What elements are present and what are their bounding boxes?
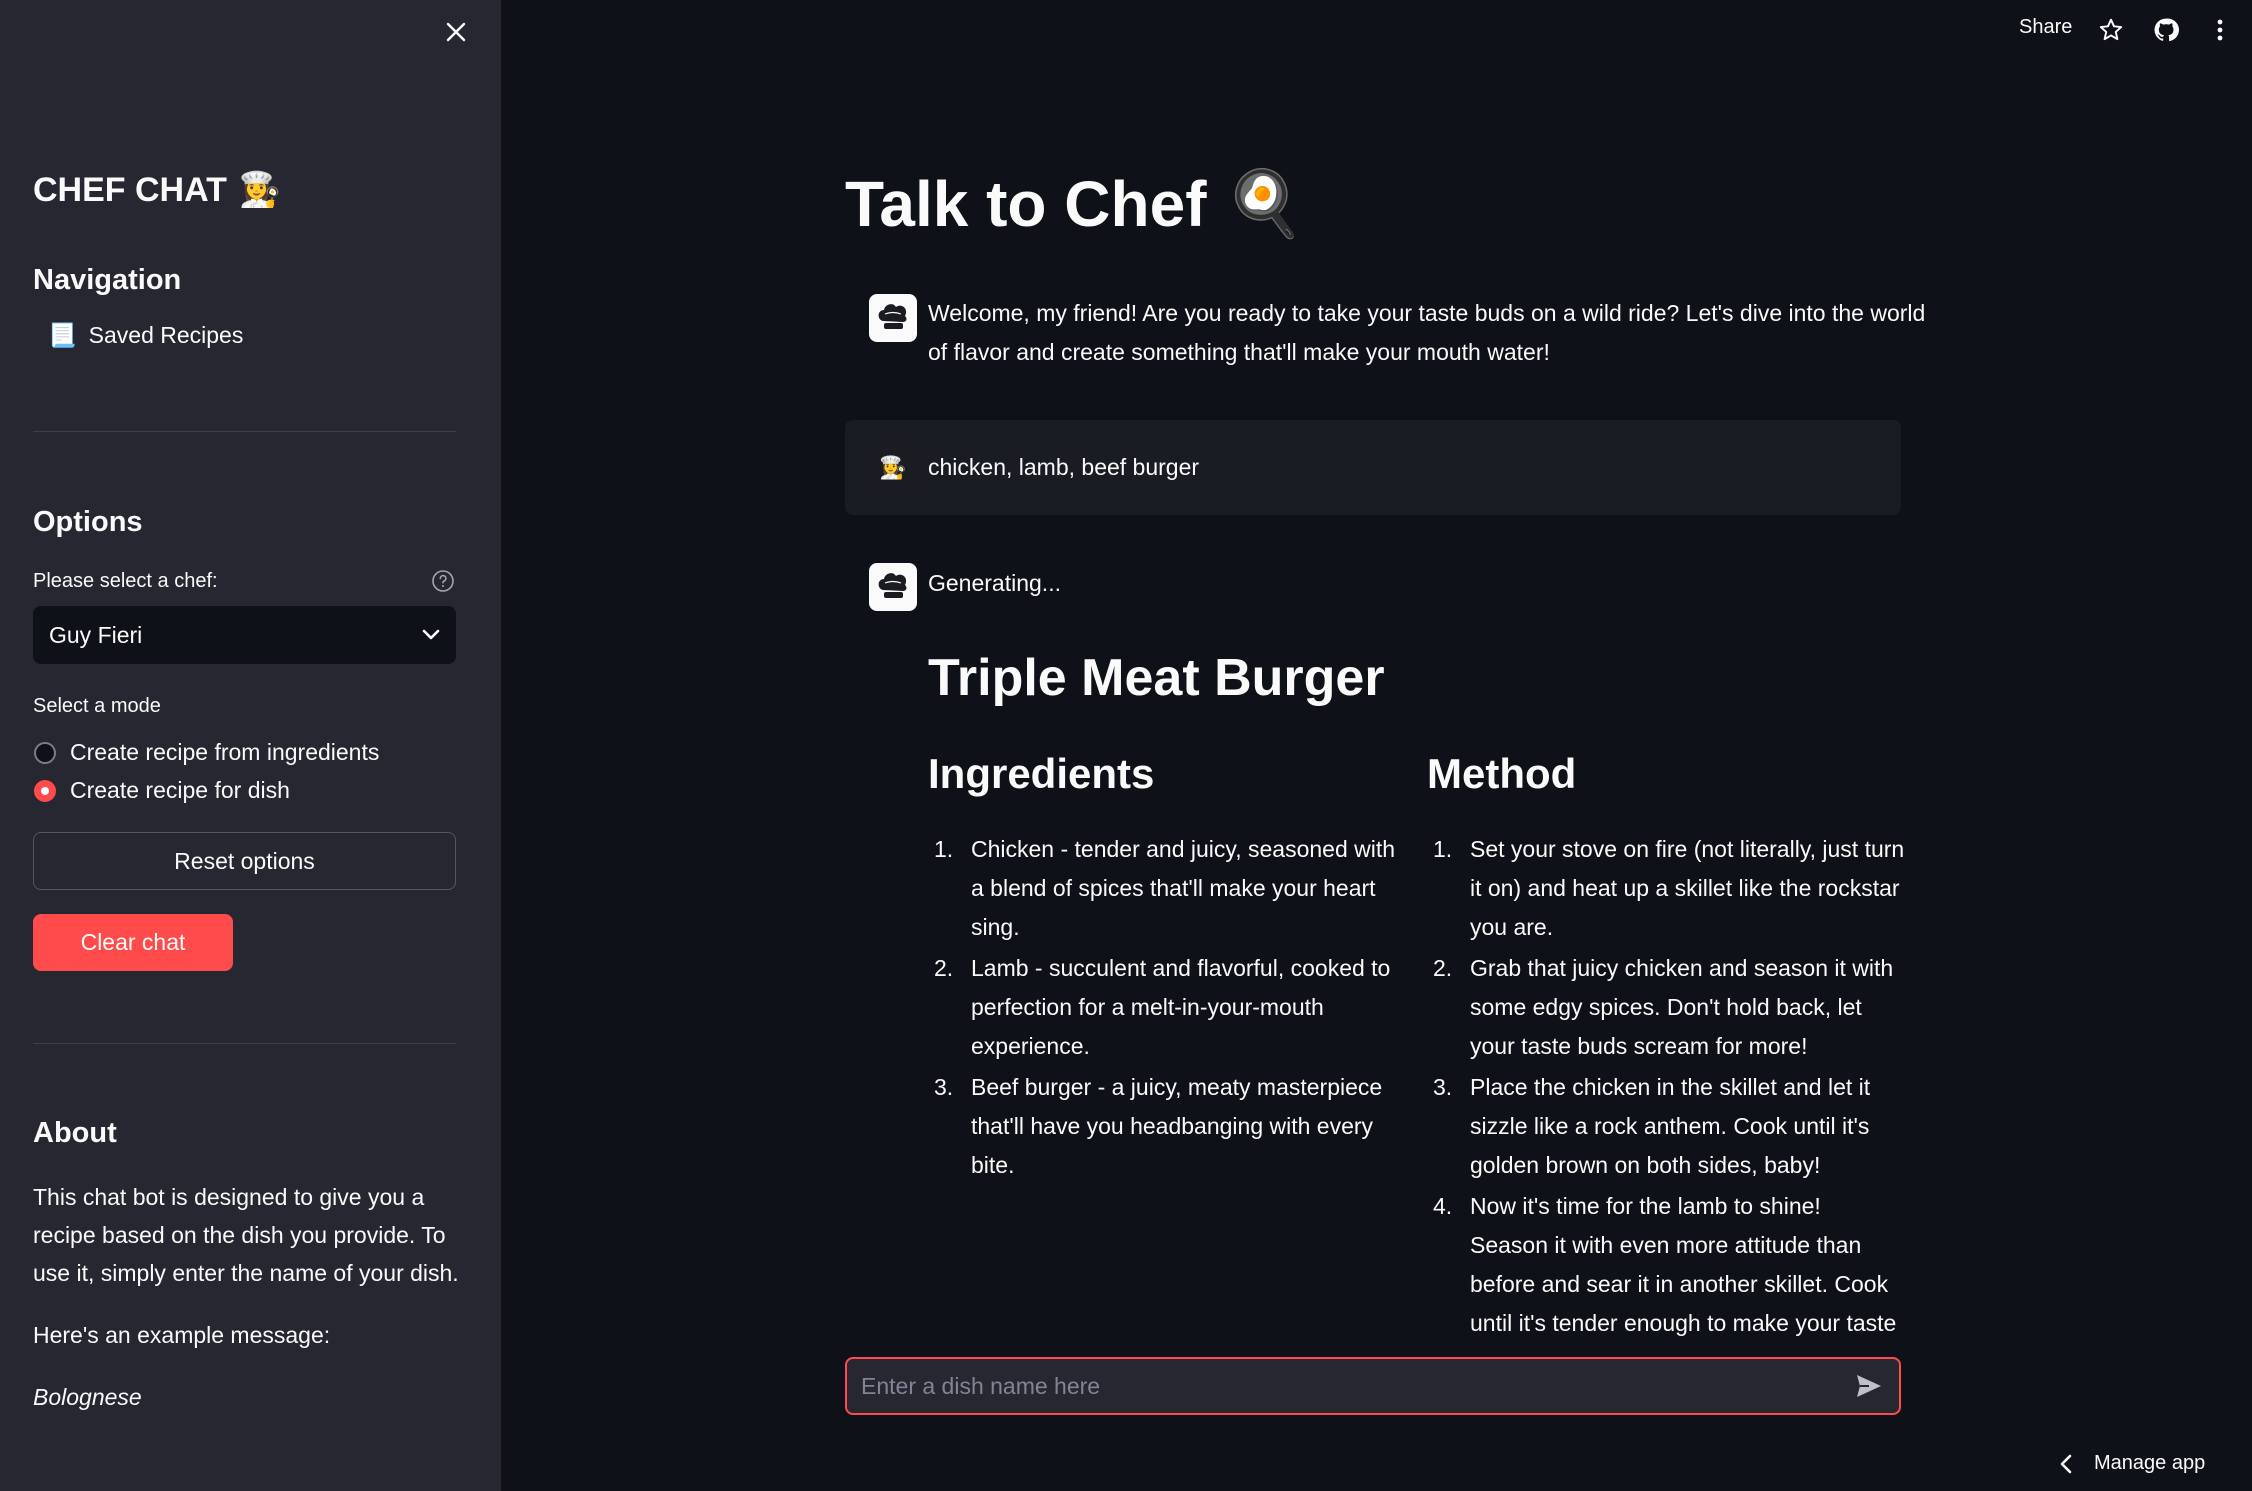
method-text: Now it's time for the lamb to shine! Sea…	[1470, 1193, 1897, 1336]
list-item: 1. Set your stove on fire (not literally,…	[1433, 836, 1905, 940]
about-text: This chat bot is designed to give you a …	[33, 1184, 459, 1286]
message-line: of flavor and create something that'll m…	[928, 339, 1550, 365]
frying-pan-icon: 🍳	[1224, 167, 1305, 239]
list-item: 3. Beef burger - a juicy, meaty masterpie…	[934, 1074, 1383, 1178]
sidebar-title-text: CHEF CHAT	[33, 170, 227, 209]
ingredient-text: Lamb - succulent and flavorful, cooked t…	[971, 955, 1391, 1059]
divider	[33, 431, 456, 432]
chat-input-box[interactable]	[845, 1357, 1901, 1415]
nav-item-label: Saved Recipes	[88, 322, 244, 348]
method-text: Grab that juicy chicken and season it wi…	[1470, 955, 1894, 1059]
clear-chat-button[interactable]: Clear chat	[33, 914, 233, 971]
page-title: Talk to Chef 🍳	[845, 166, 1304, 241]
navigation-heading: Navigation	[33, 264, 182, 296]
user-message-text: chicken, lamb, beef burger	[928, 454, 1200, 480]
reset-options-button[interactable]: Reset options	[33, 832, 456, 890]
assistant-message-welcome: Welcome, my friend! Are you ready to tak…	[928, 294, 1925, 372]
more-vertical-icon[interactable]	[2206, 16, 2234, 44]
sidebar: CHEF CHAT 👩‍🍳 Navigation 📃 Saved Recipes…	[0, 0, 501, 1491]
radio-label: Create recipe for dish	[70, 777, 290, 803]
options-heading: Options	[33, 506, 143, 538]
star-icon[interactable]	[2097, 16, 2125, 44]
chef-emoji-icon: 👩‍🍳	[238, 171, 282, 209]
radio-mode-ingredients[interactable]: Create recipe from ingredients	[34, 739, 379, 766]
nav-item-saved-recipes[interactable]: 📃 Saved Recipes	[48, 322, 243, 349]
chevron-left-icon	[2060, 1454, 2072, 1473]
mode-label: Select a mode	[33, 695, 161, 717]
method-heading: Method	[1427, 750, 1577, 797]
message-line: Welcome, my friend! Are you ready to tak…	[928, 300, 1926, 326]
page-title-text: Talk to Chef	[845, 167, 1207, 240]
divider	[33, 1043, 456, 1044]
sidebar-title: CHEF CHAT 👩‍🍳	[33, 170, 281, 210]
radio-label: Create recipe from ingredients	[70, 739, 380, 765]
share-button[interactable]: Share	[2019, 16, 2072, 39]
close-sidebar-icon[interactable]	[440, 14, 472, 50]
list-item: 1. Chicken - tender and juicy, seasoned w…	[934, 836, 1396, 940]
method-list: 1. Set your stove on fire (not literally,…	[1427, 830, 1905, 1338]
recipe-title: Triple Meat Burger	[928, 649, 1385, 707]
chef-emoji-icon: 👩‍🍳	[879, 455, 907, 480]
send-icon[interactable]	[1851, 1368, 1887, 1404]
chef-hat-avatar-icon	[869, 563, 917, 611]
example-message: Bolognese	[33, 1384, 142, 1410]
radio-mode-dish[interactable]: Create recipe for dish	[34, 777, 290, 804]
manage-app-button[interactable]: Manage app	[2060, 1452, 2205, 1475]
list-item: 4. Now it's time for the lamb to shine! S…	[1427, 1187, 1905, 1338]
chef-select-label: Please select a chef:	[33, 570, 218, 592]
list-item: 2. Grab that juicy chicken and season it …	[1433, 955, 1894, 1059]
list-item: 3. Place the chicken in the skillet and l…	[1433, 1074, 1871, 1178]
method-text: Place the chicken in the skillet and let…	[1470, 1074, 1871, 1178]
about-heading: About	[33, 1117, 117, 1149]
page-icon: 📃	[48, 322, 77, 348]
example-intro: Here's an example message:	[33, 1322, 331, 1348]
ingredients-list: 1. Chicken - tender and juicy, seasoned w…	[928, 830, 1408, 1187]
user-avatar-icon: 👩‍🍳	[869, 444, 917, 492]
github-icon[interactable]	[2152, 16, 2180, 44]
list-item: 2. Lamb - succulent and flavorful, cooked…	[934, 955, 1391, 1059]
radio-unselected[interactable]	[34, 741, 56, 764]
chef-select[interactable]: Guy Fieri	[33, 606, 456, 664]
radio-selected[interactable]	[34, 779, 56, 802]
method-scroll-area[interactable]: 1. Set your stove on fire (not literally,…	[1386, 820, 1906, 1338]
chef-select-value: Guy Fieri	[49, 621, 143, 648]
method-text: Set your stove on fire (not literally, j…	[1470, 836, 1905, 940]
chevron-down-icon	[422, 629, 440, 640]
assistant-generating-text: Generating...	[928, 570, 1061, 596]
manage-app-label: Manage app	[2094, 1452, 2206, 1474]
ingredient-text: Beef burger - a juicy, meaty masterpiece…	[971, 1074, 1383, 1178]
chef-hat-avatar-icon	[869, 294, 917, 342]
ingredient-text: Chicken - tender and juicy, seasoned wit…	[971, 836, 1396, 940]
help-icon[interactable]	[431, 569, 455, 593]
chat-input[interactable]	[859, 1371, 1851, 1401]
ingredients-heading: Ingredients	[928, 750, 1155, 797]
